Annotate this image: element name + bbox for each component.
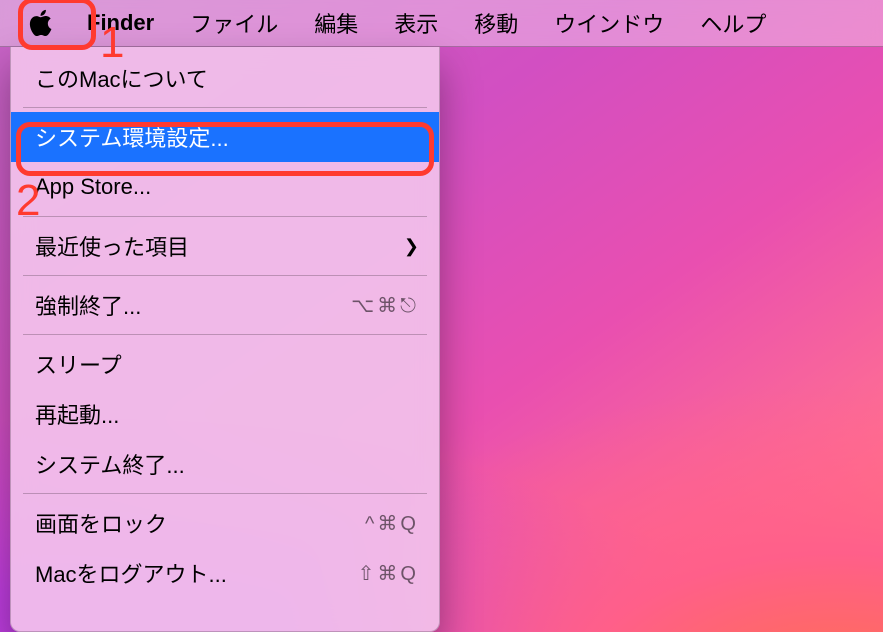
menubar-item-view[interactable]: 表示 (376, 0, 456, 46)
menu-separator (23, 493, 427, 494)
menubar-item-file[interactable]: ファイル (172, 0, 296, 46)
menu-separator (23, 216, 427, 217)
menu-separator (23, 334, 427, 335)
menu-item-label: 最近使った項目 (35, 230, 189, 262)
chevron-right-icon: ❯ (404, 236, 419, 257)
menu-item-lock-screen[interactable]: 画面をロック ^⌘Q (11, 498, 439, 548)
menu-item-logout[interactable]: Macをログアウト... ⇧⌘Q (11, 548, 439, 598)
menubar-item-go[interactable]: 移動 (456, 0, 536, 46)
menu-item-about[interactable]: このMacについて (11, 53, 439, 103)
apple-menu[interactable] (18, 0, 69, 46)
menu-shortcut: ⌥⌘⎋ (351, 293, 419, 318)
menu-shortcut: ⇧⌘Q (358, 561, 419, 586)
menu-item-label: スリープ (35, 348, 122, 380)
menu-item-force-quit[interactable]: 強制終了... ⌥⌘⎋ (11, 280, 439, 330)
menu-item-shutdown[interactable]: システム終了... (11, 439, 439, 489)
menu-item-label: システム終了... (35, 448, 185, 480)
menu-item-label: App Store... (35, 174, 151, 200)
menu-item-app-store[interactable]: App Store... (11, 162, 439, 212)
menubar-item-edit[interactable]: 編集 (296, 0, 376, 46)
menu-item-label: Macをログアウト... (35, 557, 227, 589)
menu-item-label: このMacについて (35, 62, 208, 94)
menu-item-system-prefs[interactable]: システム環境設定... (11, 112, 439, 162)
desktop: Finder ファイル 編集 表示 移動 ウインドウ ヘルプ このMacについて… (0, 0, 883, 632)
menubar-item-help[interactable]: ヘルプ (682, 0, 784, 46)
menu-item-sleep[interactable]: スリープ (11, 339, 439, 389)
menu-item-label: システム環境設定... (35, 121, 229, 153)
menu-separator (23, 107, 427, 108)
menu-item-label: 再起動... (35, 398, 119, 430)
menu-separator (23, 275, 427, 276)
apple-logo-icon (28, 8, 54, 38)
menubar-app-name[interactable]: Finder (69, 0, 172, 46)
apple-menu-dropdown: このMacについて システム環境設定... App Store... 最近使った… (10, 47, 440, 632)
menu-item-restart[interactable]: 再起動... (11, 389, 439, 439)
menu-item-label: 強制終了... (35, 289, 141, 321)
menu-shortcut: ^⌘Q (365, 511, 419, 536)
menubar-item-window[interactable]: ウインドウ (536, 0, 682, 46)
menu-item-recent-items[interactable]: 最近使った項目 ❯ (11, 221, 439, 271)
menubar: Finder ファイル 編集 表示 移動 ウインドウ ヘルプ (0, 0, 883, 47)
menu-item-label: 画面をロック (35, 507, 167, 539)
